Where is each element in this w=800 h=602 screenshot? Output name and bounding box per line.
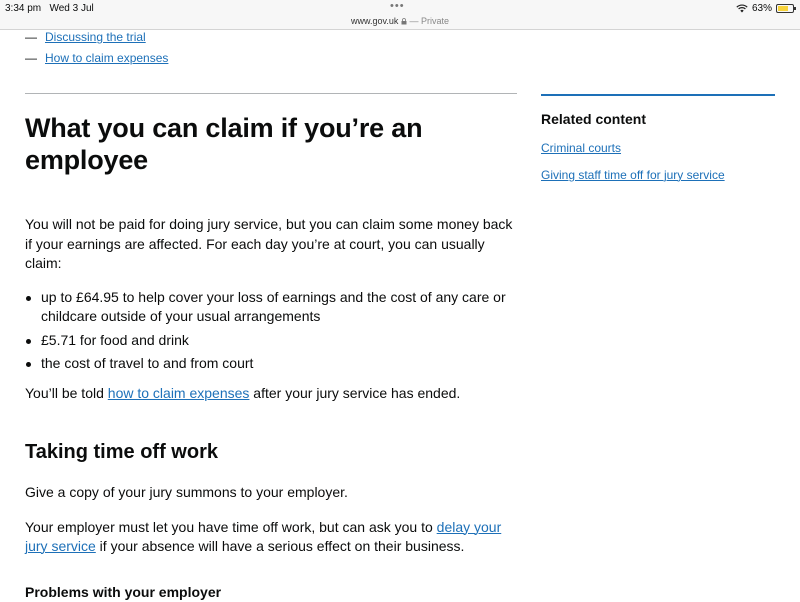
wifi-icon bbox=[736, 4, 748, 13]
private-label: — Private bbox=[409, 16, 449, 26]
contents-link-discussing-trial[interactable]: Discussing the trial bbox=[45, 30, 146, 44]
told-prefix: You’ll be told bbox=[25, 384, 108, 401]
contents-list: — Discussing the trial — How to claim expe… bbox=[25, 27, 168, 69]
summons-paragraph: Give a copy of your jury summons to your… bbox=[25, 484, 348, 500]
battery-percent: 63% bbox=[751, 3, 772, 14]
multitask-dots[interactable]: ••• bbox=[390, 0, 405, 12]
contents-item: — Discussing the trial bbox=[25, 27, 168, 48]
main-content: What you can claim if you’re an employee… bbox=[25, 112, 517, 602]
problems-heading: Problems with your employer bbox=[25, 583, 222, 600]
list-item: the cost of travel to and from court bbox=[26, 354, 517, 374]
contents-dash: — bbox=[25, 30, 37, 44]
contents-dash: — bbox=[25, 51, 37, 65]
address-bar[interactable]: www.gov.uk — Private bbox=[0, 16, 800, 26]
contents-link-claim-expenses[interactable]: How to claim expenses bbox=[45, 51, 168, 65]
related-link-criminal-courts[interactable]: Criminal courts bbox=[541, 141, 621, 155]
time-off-heading: Taking time off work bbox=[25, 441, 218, 463]
battery-icon bbox=[776, 4, 796, 13]
status-time-value: 3:34 pm bbox=[5, 3, 42, 14]
related-heading: Related content bbox=[541, 111, 647, 127]
status-date: Wed 3 Jul bbox=[49, 3, 94, 14]
employer-paragraph: Your employer must let you have time off… bbox=[25, 518, 517, 557]
related-links: Criminal courts Giving staff time off fo… bbox=[541, 140, 775, 183]
contents-item: — How to claim expenses bbox=[25, 48, 168, 69]
ios-status-bar: 3:34 pm Wed 3 Jul ••• www.gov.uk — Priva… bbox=[0, 0, 800, 30]
told-suffix: after your jury service has ended. bbox=[249, 384, 461, 401]
list-item: £5.71 for food and drink bbox=[26, 331, 517, 351]
related-item: Giving staff time off for jury service bbox=[541, 167, 775, 183]
employer-prefix: Your employer must let you have time off… bbox=[25, 518, 437, 535]
claim-expenses-link[interactable]: how to claim expenses bbox=[108, 385, 250, 401]
page-title: What you can claim if you’re an employee bbox=[25, 113, 423, 175]
lock-icon bbox=[401, 18, 407, 25]
related-content: Related content Criminal courts Giving s… bbox=[541, 94, 775, 194]
list-item: up to £64.95 to help cover your loss of … bbox=[26, 288, 517, 327]
status-right: 63% bbox=[736, 3, 796, 14]
employer-suffix: if your absence will have a serious effe… bbox=[95, 538, 465, 554]
told-paragraph: You’ll be told how to claim expenses aft… bbox=[25, 384, 517, 404]
related-link-staff-time-off[interactable]: Giving staff time off for jury service bbox=[541, 168, 725, 182]
section-divider bbox=[25, 93, 517, 94]
intro-paragraph: You will not be paid for doing jury serv… bbox=[25, 216, 513, 271]
address-url[interactable]: www.gov.uk bbox=[351, 16, 398, 26]
related-item: Criminal courts bbox=[541, 140, 775, 156]
status-time: 3:34 pm Wed 3 Jul bbox=[5, 3, 94, 14]
claim-list: up to £64.95 to help cover your loss of … bbox=[25, 288, 517, 374]
